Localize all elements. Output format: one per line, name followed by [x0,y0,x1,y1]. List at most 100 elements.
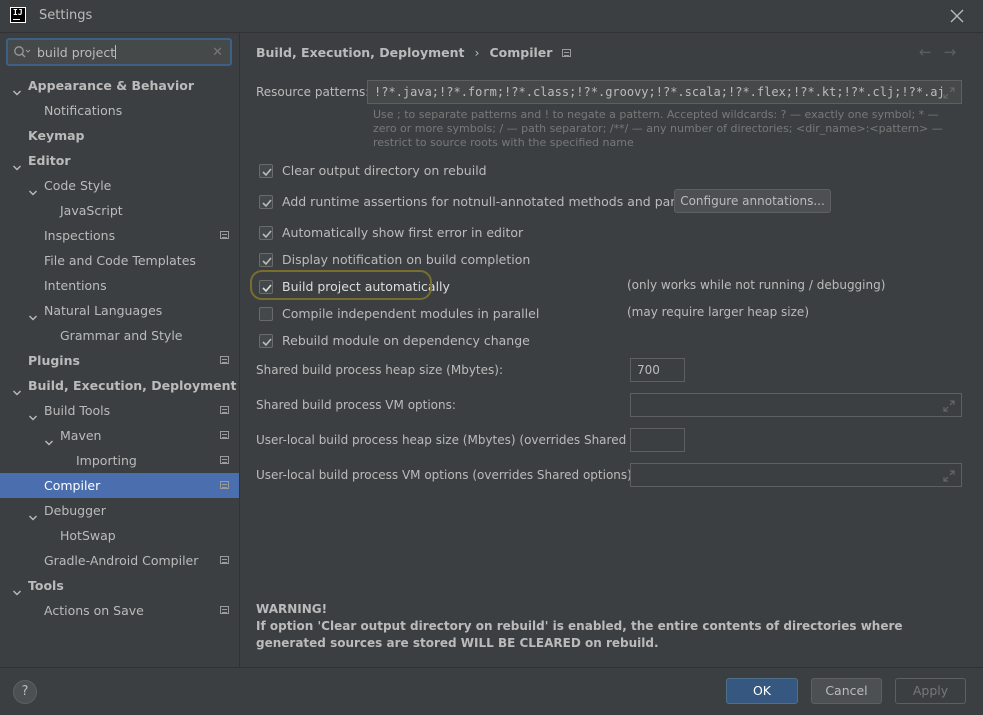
sidebar-item-label: JavaScript [60,203,123,218]
sidebar-item-intentions[interactable]: Intentions [0,273,239,298]
back-arrow-icon[interactable]: ← [919,43,932,61]
warning-text: If option 'Clear output directory on reb… [256,619,903,650]
sidebar-item-label: Build, Execution, Deployment [28,378,237,393]
sidebar-item-label: Maven [60,428,102,443]
project-scope-icon [220,406,229,414]
local-vm-label: User-local build process VM options (ove… [256,468,636,482]
sidebar-item-label: Plugins [28,353,80,368]
sidebar-item-inspections[interactable]: Inspections [0,223,239,248]
expand-icon[interactable] [942,468,956,490]
close-icon[interactable] [945,4,969,28]
expand-icon[interactable] [942,85,956,103]
expand-icon[interactable] [942,398,956,420]
sidebar-item-label: Grammar and Style [60,328,183,343]
sidebar-item-appearance-behavior[interactable]: Appearance & Behavior [0,73,239,98]
project-scope-icon [220,556,229,564]
sidebar-item-tools[interactable]: Tools [0,573,239,598]
build-automatically-note: (only works while not running / debuggin… [627,278,886,292]
checkbox-box [259,253,273,267]
sidebar-item-keymap[interactable]: Keymap [0,123,239,148]
sidebar-item-label: Keymap [28,128,85,143]
local-vm-input[interactable] [630,463,962,487]
cancel-button[interactable]: Cancel [811,678,882,704]
sidebar-item-debugger[interactable]: Debugger [0,498,239,523]
ok-button[interactable]: OK [726,678,798,704]
sidebar-item-label: Notifications [44,103,123,118]
breadcrumb-separator: › [474,45,480,60]
checkbox-box [259,164,273,178]
sidebar-item-label: Actions on Save [44,603,144,618]
sidebar-item-label: Inspections [44,228,116,243]
checkbox-label: Clear output directory on rebuild [282,163,487,178]
checkbox-label: Add runtime assertions for notnull-annot… [282,194,728,209]
checkbox-box [259,226,273,240]
configure-annotations-button[interactable]: Configure annotations... [674,189,831,213]
checkbox-box [259,307,273,321]
local-heap-label: User-local build process heap size (Mbyt… [256,433,663,447]
sidebar-item-label: Importing [76,453,137,468]
project-scope-icon [220,606,229,614]
warning-title: WARNING! [256,602,328,616]
search-input[interactable]: build project [37,45,117,60]
checkbox-label: Build project automatically [282,279,450,294]
help-button[interactable]: ? [13,680,37,704]
search-input-value: build project [37,45,116,60]
breadcrumb-current: Compiler [489,45,553,60]
search-field[interactable]: build project ✕ [6,38,232,66]
breadcrumb-parent[interactable]: Build, Execution, Deployment [256,45,464,60]
sidebar-item-compiler[interactable]: Compiler [0,473,239,498]
sidebar-item-label: Editor [28,153,71,168]
sidebar-item-label: Gradle-Android Compiler [44,553,199,568]
sidebar-item-file-and-code-templates[interactable]: File and Code Templates [0,248,239,273]
local-heap-input[interactable] [630,428,685,452]
checkbox-box [259,195,273,209]
resource-patterns-value: !?*.java;!?*.form;!?*.class;!?*.groovy;!… [374,85,945,99]
forward-arrow-icon[interactable]: → [944,43,957,61]
shared-vm-input[interactable] [630,393,962,417]
sidebar-item-plugins[interactable]: Plugins [0,348,239,373]
settings-sidebar: build project ✕ Appearance & Behavior Not… [0,33,240,667]
sidebar-item-label: Build Tools [44,403,111,418]
checkbox-box [259,334,273,348]
clear-search-icon[interactable]: ✕ [212,45,223,60]
sidebar-item-editor[interactable]: Editor [0,148,239,173]
sidebar-item-label: HotSwap [60,528,116,543]
dialog-button-bar: ? OK Cancel Apply [0,667,983,715]
sidebar-item-notifications[interactable]: Notifications [0,98,239,123]
sidebar-item-maven[interactable]: Maven [0,423,239,448]
sidebar-item-label: Appearance & Behavior [28,78,194,93]
project-scope-icon [220,456,229,464]
sidebar-item-actions-on-save[interactable]: Actions on Save [0,598,239,623]
compile-parallel-note: (may require larger heap size) [627,305,809,319]
sidebar-item-importing[interactable]: Importing [0,448,239,473]
checkbox-label: Rebuild module on dependency change [282,333,530,348]
sidebar-item-label: Debugger [44,503,106,518]
breadcrumb: Build, Execution, Deployment › Compiler [256,45,572,60]
sidebar-item-hotswap[interactable]: HotSwap [0,523,239,548]
app-icon-text: IJ [13,8,23,17]
sidebar-item-build-execution-deployment[interactable]: Build, Execution, Deployment [0,373,239,398]
sidebar-item-label: Natural Languages [44,303,163,318]
shared-heap-input[interactable]: 700 [630,358,685,382]
navigation-arrows: ← → [919,43,968,61]
sidebar-item-label: Tools [28,578,64,593]
window-title: Settings [39,8,93,23]
shared-vm-label: Shared build process VM options: [256,398,456,412]
sidebar-item-label: Intentions [44,278,107,293]
sidebar-item-gradle-android-compiler[interactable]: Gradle-Android Compiler [0,548,239,573]
resource-patterns-input[interactable]: !?*.java;!?*.form;!?*.class;!?*.groovy;!… [367,80,962,104]
resource-patterns-hint: Use ; to separate patterns and ! to nega… [373,108,943,149]
title-bar: IJ Settings [0,0,983,33]
sidebar-item-label: File and Code Templates [44,253,196,268]
warning-message: WARNING! If option 'Clear output directo… [256,601,966,652]
sidebar-item-code-style[interactable]: Code Style [0,173,239,198]
shared-heap-label: Shared build process heap size (Mbytes): [256,363,503,377]
sidebar-item-label: Compiler [44,478,101,493]
project-scope-icon [220,356,229,364]
sidebar-item-natural-languages[interactable]: Natural Languages [0,298,239,323]
sidebar-item-javascript[interactable]: JavaScript [0,198,239,223]
project-scope-icon [562,49,572,57]
apply-button[interactable]: Apply [895,678,966,704]
sidebar-item-grammar-and-style[interactable]: Grammar and Style [0,323,239,348]
sidebar-item-build-tools[interactable]: Build Tools [0,398,239,423]
